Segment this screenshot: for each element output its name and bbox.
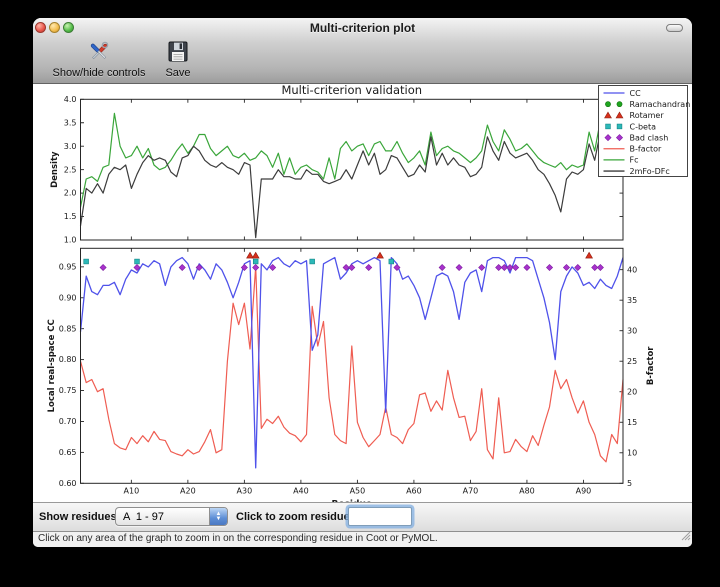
zoom-residue-label: Click to zoom residue:	[236, 511, 353, 523]
cc-tick-label: 0.60	[59, 479, 77, 488]
residue-tick-label: A20	[180, 486, 196, 495]
residue-tick-label: A50	[350, 486, 366, 495]
ramachandran-marker	[605, 102, 610, 107]
zoom-residue-input[interactable]	[348, 507, 412, 526]
residue-tick-label: A90	[576, 486, 592, 495]
cc-tick-label: 0.65	[59, 448, 77, 457]
title-bar[interactable]: Multi-criterion plot	[33, 18, 692, 38]
density-tick-label: 1.5	[64, 212, 77, 221]
cc-tick-label: 0.85	[59, 324, 77, 333]
app-window: Multi-criterion plot	[33, 18, 692, 547]
bfactor-tick-label: 5	[627, 479, 632, 488]
residue-tick-label: A70	[463, 486, 479, 495]
validation-plot-svg[interactable]: Multi-criterion validation 1.0 1.5 2.0 2.5 3.…	[33, 84, 692, 502]
density-tick-label: 3.0	[64, 142, 77, 151]
resize-grip[interactable]	[679, 528, 691, 546]
density-tick-label: 3.5	[64, 118, 77, 127]
tools-icon	[43, 40, 155, 66]
cbeta-marker	[84, 259, 89, 264]
show-residues-label: Show residues:	[39, 511, 120, 523]
plot-title: Multi-criterion validation	[281, 84, 422, 97]
residue-tick-label: A30	[237, 486, 253, 495]
cc-tick-label: 0.95	[59, 262, 77, 271]
bfactor-tick-label: 30	[627, 326, 637, 335]
save-label: Save	[155, 67, 201, 79]
residue-tick-label: A10	[124, 486, 140, 495]
window-header: Multi-criterion plot	[33, 18, 692, 84]
status-bar: Click on any area of the graph to zoom i…	[33, 532, 692, 547]
legend-label: Bad clash	[630, 133, 669, 142]
figure-area: Multi-criterion validation 1.0 1.5 2.0 2.5 3.…	[33, 84, 692, 502]
legend-label: C-beta	[630, 122, 657, 131]
cc-tick-label: 0.80	[59, 355, 77, 364]
density-tick-label: 1.0	[64, 236, 77, 245]
cc-axis-label: Local real-space CC	[47, 319, 57, 412]
bfactor-tick-label: 20	[627, 387, 637, 396]
bfactor-tick-label: 40	[627, 265, 637, 274]
bfactor-tick-label: 15	[627, 418, 637, 427]
cbeta-marker	[389, 259, 394, 264]
save-icon	[155, 40, 201, 66]
density-tick-label: 2.0	[64, 189, 77, 198]
ramachandran-marker	[617, 102, 622, 107]
control-bar: Show residues: A 1 - 97 ▲▼ Click to zoom…	[33, 502, 692, 532]
legend-label: Ramachandran	[630, 100, 691, 109]
bfactor-tick-label: 10	[627, 448, 637, 457]
density-tick-label: 2.5	[64, 165, 77, 174]
cc-tick-label: 0.70	[59, 417, 77, 426]
bfactor-axis-label: B-factor	[646, 346, 656, 385]
cc-tick-label: 0.90	[59, 293, 77, 302]
cbeta-marker	[310, 259, 315, 264]
chain-range-value: A 1 - 97	[116, 511, 209, 523]
cc-tick-label: 0.75	[59, 386, 77, 395]
save-button[interactable]: Save	[155, 40, 201, 79]
bfactor-tick-label: 25	[627, 357, 637, 366]
residue-tick-label: A60	[406, 486, 422, 495]
legend-label: Fc	[630, 156, 639, 165]
legend-label: CC	[630, 89, 642, 98]
cbeta-marker	[617, 124, 622, 129]
legend-label: Rotamer	[630, 111, 665, 120]
chain-range-dropdown[interactable]: A 1 - 97 ▲▼	[115, 507, 228, 526]
cbeta-marker	[606, 124, 611, 129]
residue-tick-label: A40	[293, 486, 309, 495]
show-hide-controls-button[interactable]: Show/hide controls	[43, 40, 155, 79]
cbeta-marker	[135, 259, 140, 264]
toolbar: Show/hide controls Save	[33, 38, 692, 84]
status-text: Click on any area of the graph to zoom i…	[38, 533, 438, 544]
residue-tick-label: A80	[519, 486, 535, 495]
show-hide-controls-label: Show/hide controls	[43, 67, 155, 79]
bfactor-tick-label: 35	[627, 296, 637, 305]
density-tick-label: 4.0	[64, 95, 77, 104]
density-axis-label: Density	[50, 151, 60, 188]
window-title: Multi-criterion plot	[33, 21, 692, 35]
legend-label: B-factor	[630, 145, 663, 154]
cbeta-marker	[253, 259, 258, 264]
legend-label: 2mFo-DFc	[630, 167, 670, 176]
dropdown-stepper-icon: ▲▼	[209, 508, 227, 525]
toolbar-toggle-button[interactable]	[666, 24, 683, 32]
